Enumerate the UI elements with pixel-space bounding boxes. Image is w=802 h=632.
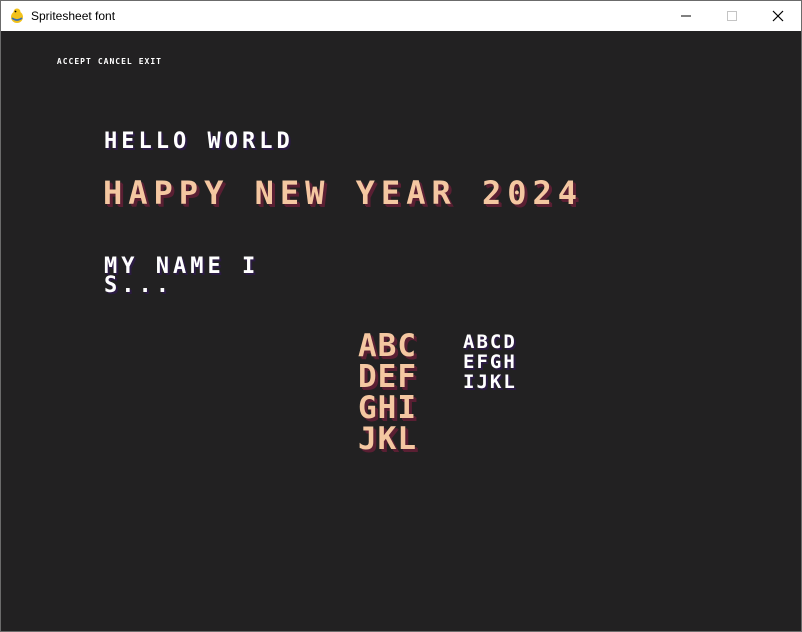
minimize-icon xyxy=(681,15,691,17)
game-canvas[interactable]: ACCEPT CANCEL EXIT HELLO WORLD HAPPY NEW Y… xyxy=(1,31,801,631)
maximize-icon xyxy=(727,11,737,21)
title-bar[interactable]: Spritesheet font xyxy=(1,1,801,31)
small-font-sample: ABCD EFGH IJKL xyxy=(463,331,517,393)
pygame-snake-icon xyxy=(9,8,25,24)
happy-new-year-text: HAPPY NEW YEAR 2024 xyxy=(103,174,584,212)
hello-world-text: HELLO WORLD xyxy=(104,129,294,154)
large-font-sample: ABC DEF GHI JKL xyxy=(358,328,417,457)
cancel-menu-item[interactable]: CANCEL xyxy=(98,57,133,66)
window-title: Spritesheet font xyxy=(31,9,116,23)
minimize-button[interactable] xyxy=(663,1,709,31)
maximize-button[interactable] xyxy=(709,1,755,31)
accept-menu-item[interactable]: ACCEPT xyxy=(57,57,92,66)
window-controls xyxy=(663,1,801,31)
app-window: Spritesheet font ACCEPT CANCEL EXIT HELL… xyxy=(0,0,802,632)
close-icon xyxy=(772,10,784,22)
my-name-text: MY NAME I S... xyxy=(104,254,260,298)
menu-bar: ACCEPT CANCEL EXIT xyxy=(22,50,168,74)
close-button[interactable] xyxy=(755,1,801,31)
exit-menu-item[interactable]: EXIT xyxy=(139,57,162,66)
